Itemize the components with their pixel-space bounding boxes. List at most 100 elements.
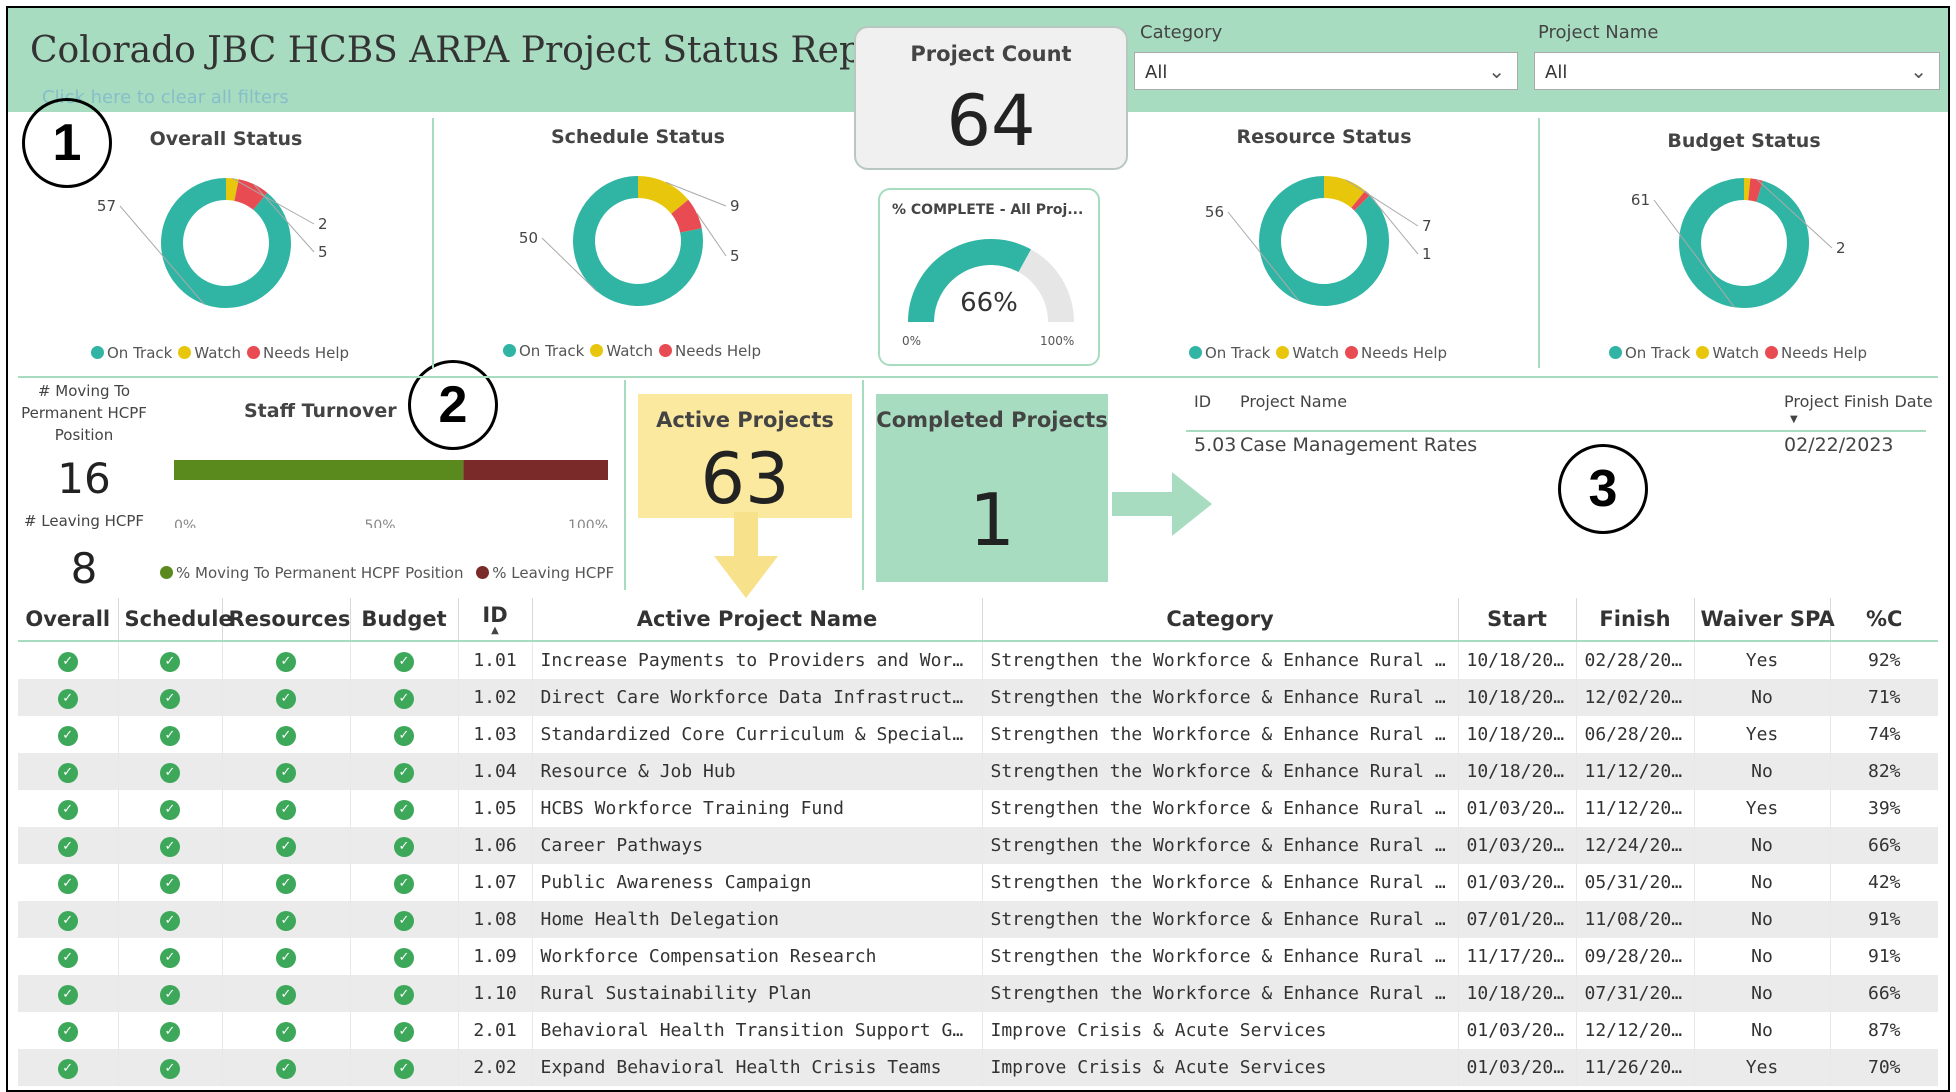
- cell-id[interactable]: 1.09: [458, 938, 533, 975]
- header-category[interactable]: Category: [982, 598, 1459, 641]
- cell-id[interactable]: 2.01: [458, 1012, 533, 1049]
- cell-pct[interactable]: 42%: [1830, 864, 1938, 901]
- cell-start[interactable]: 11/17/2021: [1458, 938, 1577, 975]
- cell-category[interactable]: Strengthen the Workforce & Enhance Rural…: [982, 790, 1459, 827]
- cell-category[interactable]: Strengthen the Workforce & Enhance Rural…: [982, 827, 1459, 864]
- cell-pct[interactable]: 82%: [1830, 753, 1938, 790]
- donut-slice-needs-help[interactable]: [1747, 178, 1763, 202]
- completed-header-id[interactable]: ID: [1194, 392, 1211, 411]
- cell-waiver[interactable]: Yes: [1694, 641, 1831, 679]
- donut-slice-on-track[interactable]: [1679, 178, 1809, 308]
- table-row[interactable]: ✓ ✓ ✓ ✓ 1.08 Home Health Delegation Strengthen…: [18, 901, 1938, 938]
- cell-id[interactable]: 1.10: [458, 975, 533, 1012]
- table-row[interactable]: ✓ ✓ ✓ ✓ 1.05 HCBS Workforce Training Fund Stre…: [18, 790, 1938, 827]
- completed-row-id[interactable]: 5.03: [1194, 434, 1236, 456]
- header-overall[interactable]: Overall: [18, 598, 119, 641]
- cell-name[interactable]: Rural Sustainability Plan: [532, 975, 983, 1012]
- cell-pct[interactable]: 66%: [1830, 827, 1938, 864]
- cell-finish[interactable]: 06/28/2024: [1576, 716, 1695, 753]
- cell-pct[interactable]: 39%: [1830, 790, 1938, 827]
- cell-finish[interactable]: 12/24/2024: [1576, 827, 1695, 864]
- cell-waiver[interactable]: Yes: [1694, 1049, 1831, 1086]
- cell-category[interactable]: Strengthen the Workforce & Enhance Rural…: [982, 641, 1459, 679]
- cell-pct[interactable]: 91%: [1830, 901, 1938, 938]
- cell-start[interactable]: 01/03/2022: [1458, 827, 1577, 864]
- header-waiver-spa[interactable]: Waiver SPA: [1694, 598, 1835, 641]
- cell-start[interactable]: 10/18/2021: [1458, 975, 1577, 1012]
- cell-waiver[interactable]: No: [1694, 975, 1831, 1012]
- cell-pct[interactable]: 71%: [1830, 679, 1938, 716]
- cell-pct[interactable]: 70%: [1830, 1049, 1938, 1086]
- table-row[interactable]: ✓ ✓ ✓ ✓ 1.04 Resource & Job Hub Strengthen the…: [18, 753, 1938, 790]
- donut-slice-needs-help[interactable]: [670, 199, 702, 234]
- cell-waiver[interactable]: No: [1694, 1012, 1831, 1049]
- cell-waiver[interactable]: No: [1694, 938, 1831, 975]
- table-row[interactable]: ✓ ✓ ✓ ✓ 1.03 Standardized Core Curriculum & S…: [18, 716, 1938, 753]
- cell-start[interactable]: 10/18/2021: [1458, 716, 1577, 753]
- cell-category[interactable]: Strengthen the Workforce & Enhance Rural…: [982, 864, 1459, 901]
- cell-id[interactable]: 1.06: [458, 827, 533, 864]
- cell-name[interactable]: Career Pathways: [532, 827, 983, 864]
- sort-descending-icon[interactable]: ▼: [1790, 414, 1798, 425]
- header-percent-complete[interactable]: %C: [1830, 598, 1938, 641]
- cell-finish[interactable]: 11/08/2023: [1576, 901, 1695, 938]
- cell-start[interactable]: 10/18/2021: [1458, 641, 1577, 679]
- table-row[interactable]: ✓ ✓ ✓ ✓ 1.10 Rural Sustainability Plan Strengt…: [18, 975, 1938, 1012]
- cell-id[interactable]: 1.08: [458, 901, 533, 938]
- cell-category[interactable]: Strengthen the Workforce & Enhance Rural…: [982, 716, 1459, 753]
- table-row[interactable]: ✓ ✓ ✓ ✓ 2.01 Behavioral Health Transition Sup…: [18, 1012, 1938, 1049]
- cell-category[interactable]: Improve Crisis & Acute Services: [982, 1049, 1459, 1086]
- cell-waiver[interactable]: No: [1694, 864, 1831, 901]
- cell-id[interactable]: 1.04: [458, 753, 533, 790]
- cell-name[interactable]: Resource & Job Hub: [532, 753, 983, 790]
- completed-projects-card[interactable]: Completed Projects 1: [876, 394, 1108, 582]
- cell-waiver[interactable]: No: [1694, 901, 1831, 938]
- table-row[interactable]: ✓ ✓ ✓ ✓ 2.02 Expand Behavioral Health Crisis …: [18, 1049, 1938, 1086]
- cell-waiver[interactable]: No: [1694, 679, 1831, 716]
- donut-slice-watch[interactable]: [225, 178, 239, 201]
- cell-name[interactable]: Increase Payments to Providers and Worke…: [532, 641, 983, 679]
- cell-name[interactable]: Workforce Compensation Research: [532, 938, 983, 975]
- cell-finish[interactable]: 02/28/2024: [1576, 641, 1695, 679]
- cell-id[interactable]: 1.03: [458, 716, 533, 753]
- cell-pct[interactable]: 74%: [1830, 716, 1938, 753]
- cell-finish[interactable]: 11/26/2024: [1576, 1049, 1695, 1086]
- cell-id[interactable]: 1.02: [458, 679, 533, 716]
- cell-category[interactable]: Strengthen the Workforce & Enhance Rural…: [982, 753, 1459, 790]
- cell-id[interactable]: 1.07: [458, 864, 533, 901]
- cell-category[interactable]: Improve Crisis & Acute Services: [982, 1012, 1459, 1049]
- cell-name[interactable]: Public Awareness Campaign: [532, 864, 983, 901]
- cell-finish[interactable]: 05/31/2024: [1576, 864, 1695, 901]
- header-active-project-name[interactable]: Active Project Name: [532, 598, 983, 641]
- header-start[interactable]: Start: [1458, 598, 1577, 641]
- cell-name[interactable]: Expand Behavioral Health Crisis Teams: [532, 1049, 983, 1086]
- completed-row-name[interactable]: Case Management Rates: [1240, 434, 1477, 456]
- cell-waiver[interactable]: Yes: [1694, 716, 1831, 753]
- header-id[interactable]: ID ▲: [458, 598, 533, 641]
- cell-name[interactable]: Direct Care Workforce Data Infrastructur…: [532, 679, 983, 716]
- cell-id[interactable]: 1.01: [458, 641, 533, 679]
- header-budget[interactable]: Budget: [350, 598, 459, 641]
- cell-finish[interactable]: 09/28/2023: [1576, 938, 1695, 975]
- table-row[interactable]: ✓ ✓ ✓ ✓ 1.01 Increase Payments to Providers a…: [18, 641, 1938, 679]
- cell-pct[interactable]: 66%: [1830, 975, 1938, 1012]
- cell-category[interactable]: Strengthen the Workforce & Enhance Rural…: [982, 975, 1459, 1012]
- completed-header-name[interactable]: Project Name: [1240, 392, 1347, 411]
- cell-finish[interactable]: 12/12/2024: [1576, 1012, 1695, 1049]
- donut-slice-on-track[interactable]: [161, 178, 291, 308]
- donut-slice-on-track[interactable]: [1259, 176, 1389, 306]
- cell-name[interactable]: HCBS Workforce Training Fund: [532, 790, 983, 827]
- table-row[interactable]: ✓ ✓ ✓ ✓ 1.07 Public Awareness Campaign Strengt…: [18, 864, 1938, 901]
- donut-slice-needs-help[interactable]: [1351, 190, 1370, 211]
- cell-start[interactable]: 01/03/2022: [1458, 1012, 1577, 1049]
- cell-start[interactable]: 01/03/2022: [1458, 1049, 1577, 1086]
- project-name-dropdown[interactable]: All ⌄: [1534, 52, 1940, 90]
- cell-finish[interactable]: 11/12/2024: [1576, 753, 1695, 790]
- cell-category[interactable]: Strengthen the Workforce & Enhance Rural…: [982, 901, 1459, 938]
- table-row[interactable]: ✓ ✓ ✓ ✓ 1.09 Workforce Compensation Research S…: [18, 938, 1938, 975]
- header-finish[interactable]: Finish: [1576, 598, 1695, 641]
- cell-start[interactable]: 07/01/2022: [1458, 901, 1577, 938]
- header-resources[interactable]: Resources: [222, 598, 351, 641]
- table-row[interactable]: ✓ ✓ ✓ ✓ 1.02 Direct Care Workforce Data Infra…: [18, 679, 1938, 716]
- donut-slice-watch[interactable]: [637, 176, 689, 215]
